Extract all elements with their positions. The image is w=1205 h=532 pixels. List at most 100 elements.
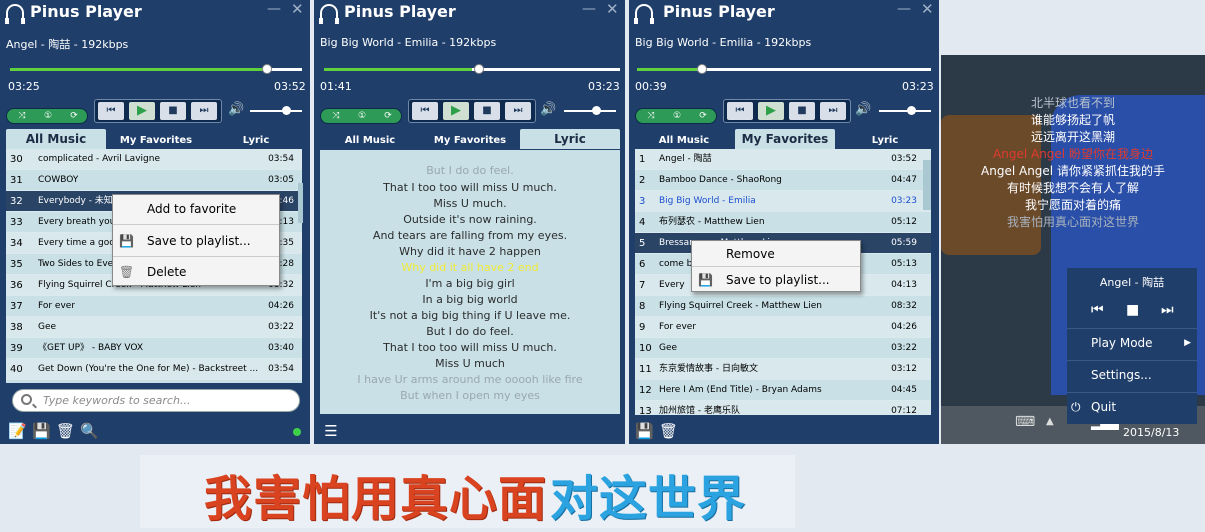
title-bar[interactable]: Pinus Player — ✕ — [629, 0, 939, 26]
tab-all-music[interactable]: All Music — [635, 132, 733, 149]
stop-icon[interactable]: ■ — [160, 102, 186, 120]
volume-icon[interactable]: 🔊 — [855, 102, 871, 117]
list-scrollbar[interactable] — [923, 160, 931, 210]
list-item[interactable]: 1 Angel - 陶喆 03:52 — [635, 149, 931, 170]
menu-item-delete[interactable]: 🗑 Delete — [113, 257, 279, 287]
prev-icon[interactable]: ⏮ — [412, 102, 438, 120]
list-item[interactable]: 37 For ever 04:26 — [6, 296, 302, 317]
list-item[interactable]: 11 东京爱情故事 - 日向敏文 03:12 — [635, 359, 931, 380]
single-icon[interactable]: ① — [352, 110, 372, 122]
play-icon[interactable]: ▶ — [443, 102, 469, 120]
menu-icon[interactable]: ☰ — [322, 422, 340, 440]
add-file-icon[interactable]: 📝 — [8, 422, 27, 440]
save-icon[interactable]: 💾 — [635, 422, 654, 440]
elapsed-time: 00:39 — [635, 80, 667, 93]
list-item[interactable]: 38 Gee 03:22 — [6, 317, 302, 338]
menu-item-remove[interactable]: Remove — [692, 241, 860, 267]
tab-lyric[interactable]: Lyric — [206, 132, 306, 149]
single-icon[interactable]: ① — [667, 110, 687, 122]
stop-icon[interactable]: ■ — [474, 102, 500, 120]
list-item[interactable]: 31 COWBOY 03:05 — [6, 170, 302, 191]
prev-icon[interactable]: ⏮ — [98, 102, 124, 120]
progress-bar[interactable] — [637, 64, 931, 74]
minimize-button[interactable]: — — [267, 1, 281, 17]
progress-bar[interactable] — [10, 64, 302, 74]
menu-item-add-to-favorite[interactable]: Add to favorite — [113, 195, 279, 225]
list-item-playing[interactable]: 3 Big Big World - Emilia 03:23 — [635, 191, 931, 212]
track-title: Two Sides to Eve — [38, 259, 114, 269]
volume-knob[interactable] — [282, 106, 291, 115]
menu-label: Save to playlist... — [726, 273, 830, 287]
minimize-button[interactable]: — — [897, 1, 911, 17]
title-bar[interactable]: Pinus Player — ✕ — [314, 0, 625, 26]
list-item[interactable]: 13 加州旅馆 - 老鹰乐队 07:12 — [635, 401, 931, 415]
next-icon[interactable]: ⏭ — [191, 102, 217, 120]
volume-slider[interactable] — [564, 106, 616, 115]
volume-knob[interactable] — [907, 106, 916, 115]
volume-slider[interactable] — [879, 106, 931, 115]
list-item[interactable]: 12 Here I Am (End Title) - Bryan Adams 04:… — [635, 380, 931, 401]
tab-lyric[interactable]: Lyric — [835, 132, 935, 149]
list-item[interactable]: 2 Bamboo Dance - ShaoRong 04:47 — [635, 170, 931, 191]
next-icon[interactable]: ⏭ — [1161, 302, 1174, 318]
tray-play-mode[interactable]: Play Mode ▶ — [1067, 328, 1197, 356]
list-item[interactable]: 10 Gee 03:22 — [635, 338, 931, 359]
list-item[interactable]: 39 《GET UP》 - BABY VOX 03:40 — [6, 338, 302, 359]
save-icon[interactable]: 💾 — [32, 422, 51, 440]
close-button[interactable]: ✕ — [921, 0, 934, 18]
track-duration: 03:54 — [268, 154, 294, 164]
menu-item-save-to-playlist[interactable]: 💾 Save to playlist... — [692, 267, 860, 293]
tab-all-music[interactable]: All Music — [320, 132, 420, 149]
list-scrollbar[interactable] — [298, 183, 303, 223]
list-item[interactable]: 30 complicated - Avril Lavigne 03:54 — [6, 149, 302, 170]
shuffle-icon[interactable]: ⤨ — [641, 110, 661, 122]
volume-knob[interactable] — [592, 106, 601, 115]
list-item[interactable]: 4 布列瑟农 - Matthew Lien 05:12 — [635, 212, 931, 233]
volume-icon[interactable]: 🔊 — [540, 102, 556, 117]
shuffle-icon[interactable]: ⤨ — [326, 110, 346, 122]
shuffle-icon[interactable]: ⤨ — [12, 110, 32, 122]
tab-all-music[interactable]: All Music — [6, 129, 106, 149]
tray-arrow-icon[interactable]: ▲ — [1046, 416, 1054, 427]
keyboard-icon[interactable]: ⌨ — [1015, 414, 1035, 430]
next-icon[interactable]: ⏭ — [505, 102, 531, 120]
single-icon[interactable]: ① — [38, 110, 58, 122]
close-button[interactable]: ✕ — [291, 0, 304, 18]
menu-item-save-to-playlist[interactable]: 💾 Save to playlist... — [113, 225, 279, 257]
list-item[interactable]: 8 Flying Squirrel Creek - Matthew Lien 08:… — [635, 296, 931, 317]
progress-knob[interactable] — [262, 64, 272, 74]
next-icon[interactable]: ⏭ — [820, 102, 846, 120]
list-item[interactable]: 40 Get Down (You're the One for Me) - Bac… — [6, 359, 302, 380]
close-button[interactable]: ✕ — [606, 0, 619, 18]
volume-slider[interactable] — [250, 106, 302, 115]
search-input[interactable]: Type keywords to search... — [12, 389, 300, 412]
repeat-icon[interactable]: ⟳ — [378, 110, 398, 122]
tab-my-favorites[interactable]: My Favorites — [106, 132, 206, 149]
tray-settings[interactable]: Settings... — [1067, 360, 1197, 388]
minimize-button[interactable]: — — [582, 1, 596, 17]
search-icon[interactable]: 🔍 — [80, 422, 99, 440]
delete-icon[interactable]: 🗑 — [56, 422, 75, 440]
progress-bar[interactable] — [324, 64, 620, 74]
tab-my-favorites[interactable]: My Favorites — [420, 132, 520, 149]
delete-icon[interactable]: 🗑 — [659, 422, 678, 440]
tab-my-favorites[interactable]: My Favorites — [735, 129, 835, 149]
play-icon[interactable]: ▶ — [129, 102, 155, 120]
prev-icon[interactable]: ⏮ — [1091, 302, 1104, 318]
list-item[interactable]: 9 For ever 04:26 — [635, 317, 931, 338]
progress-knob[interactable] — [697, 64, 707, 74]
stop-icon[interactable]: ■ — [789, 102, 815, 120]
volume-icon[interactable]: 🔊 — [228, 102, 244, 117]
tray-item-label: Play Mode — [1091, 336, 1153, 350]
lyric-line: I have Ur arms around me ooooh like fire — [357, 373, 583, 386]
title-bar[interactable]: Pinus Player — ✕ — [0, 0, 310, 26]
prev-icon[interactable]: ⏮ — [727, 102, 753, 120]
tab-lyric[interactable]: Lyric — [520, 129, 620, 149]
repeat-icon[interactable]: ⟳ — [64, 110, 84, 122]
tray-quit[interactable]: ⏻ Quit — [1067, 392, 1197, 420]
repeat-icon[interactable]: ⟳ — [693, 110, 713, 122]
track-title: Angel - 陶喆 — [659, 154, 712, 164]
stop-icon[interactable]: ■ — [1126, 302, 1139, 318]
progress-knob[interactable] — [474, 64, 484, 74]
play-icon[interactable]: ▶ — [758, 102, 784, 120]
